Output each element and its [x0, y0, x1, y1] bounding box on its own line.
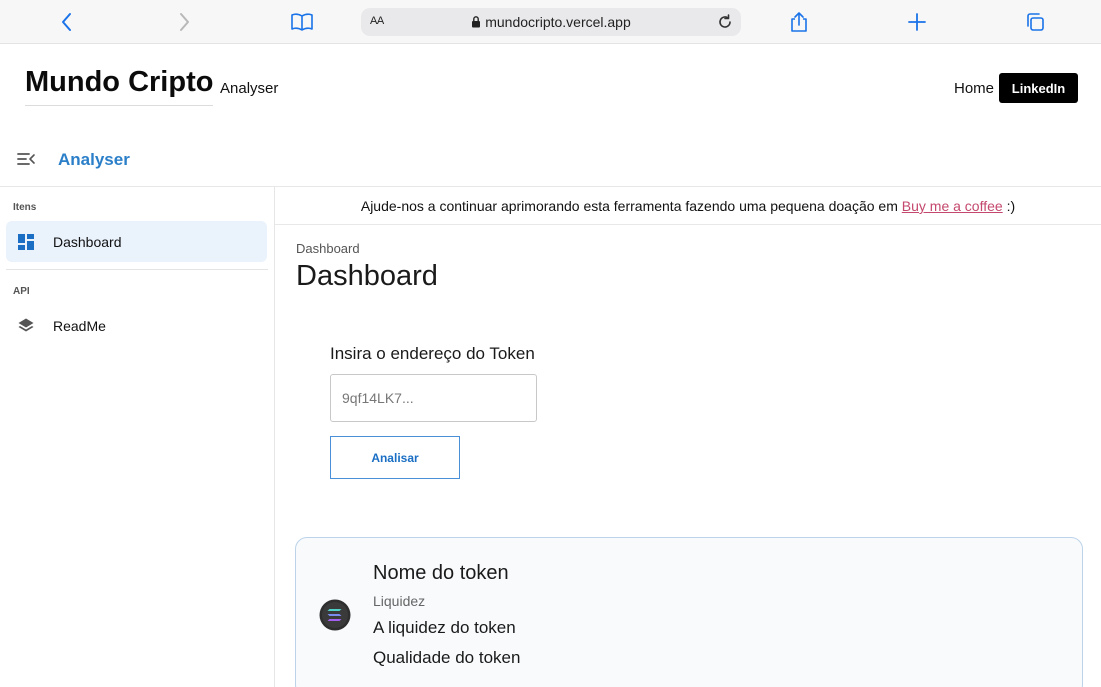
appbar-title: Analyser [58, 150, 130, 169]
donation-banner: Ajude-nos a continuar aprimorando esta f… [275, 187, 1101, 225]
banner-suffix: :) [1002, 198, 1016, 214]
page-title: Dashboard [296, 260, 438, 292]
reload-icon[interactable] [715, 12, 735, 32]
site-subtitle: Analyser [220, 80, 279, 97]
token-card: Nome do token Liquidez A liquidez do tok… [295, 537, 1083, 687]
sidebar-item-dashboard[interactable]: Dashboard [6, 221, 267, 262]
tabs-icon[interactable] [1020, 8, 1050, 36]
token-address-label: Insira o endereço do Token [330, 344, 535, 363]
book-icon[interactable] [287, 8, 317, 36]
sidebar-divider [6, 269, 268, 270]
address-bar[interactable]: AA mundocripto.vercel.app [361, 8, 741, 36]
sidebar-item-label: Dashboard [53, 234, 122, 250]
buy-me-a-coffee-link[interactable]: Buy me a coffee [902, 198, 1003, 214]
token-quality: Qualidade do token [373, 648, 521, 667]
solana-icon [319, 599, 351, 631]
back-icon[interactable] [52, 8, 82, 36]
sidebar: Itens Dashboard API ReadMe [0, 187, 275, 687]
token-liquidity: A liquidez do token [373, 618, 516, 637]
token-name: Nome do token [373, 562, 509, 584]
share-icon[interactable] [784, 8, 814, 36]
lock-icon [472, 16, 481, 28]
token-address-input[interactable] [330, 374, 537, 422]
forward-icon[interactable] [169, 8, 199, 36]
breadcrumb[interactable]: Dashboard [296, 241, 360, 256]
menu-collapse-icon[interactable] [16, 150, 36, 168]
dashboard-icon [18, 234, 34, 250]
banner-text: Ajude-nos a continuar aprimorando esta f… [360, 198, 902, 214]
sidebar-section-title: Itens [13, 202, 37, 213]
nav-home-link[interactable]: Home [954, 80, 994, 97]
sidebar-section-title: API [13, 286, 30, 297]
linkedin-button[interactable]: LinkedIn [999, 73, 1078, 103]
sidebar-item-readme[interactable]: ReadMe [6, 305, 267, 346]
sidebar-item-label: ReadMe [53, 318, 106, 334]
site-title: Mundo Cripto [25, 66, 214, 106]
analyse-button[interactable]: Analisar [330, 436, 460, 479]
browser-toolbar: AA mundocripto.vercel.app [0, 0, 1101, 44]
layers-icon [18, 318, 34, 332]
url-text: mundocripto.vercel.app [361, 14, 741, 30]
plus-icon[interactable] [902, 8, 932, 36]
token-liquidity-label: Liquidez [373, 593, 426, 609]
url-label: mundocripto.vercel.app [485, 14, 631, 30]
